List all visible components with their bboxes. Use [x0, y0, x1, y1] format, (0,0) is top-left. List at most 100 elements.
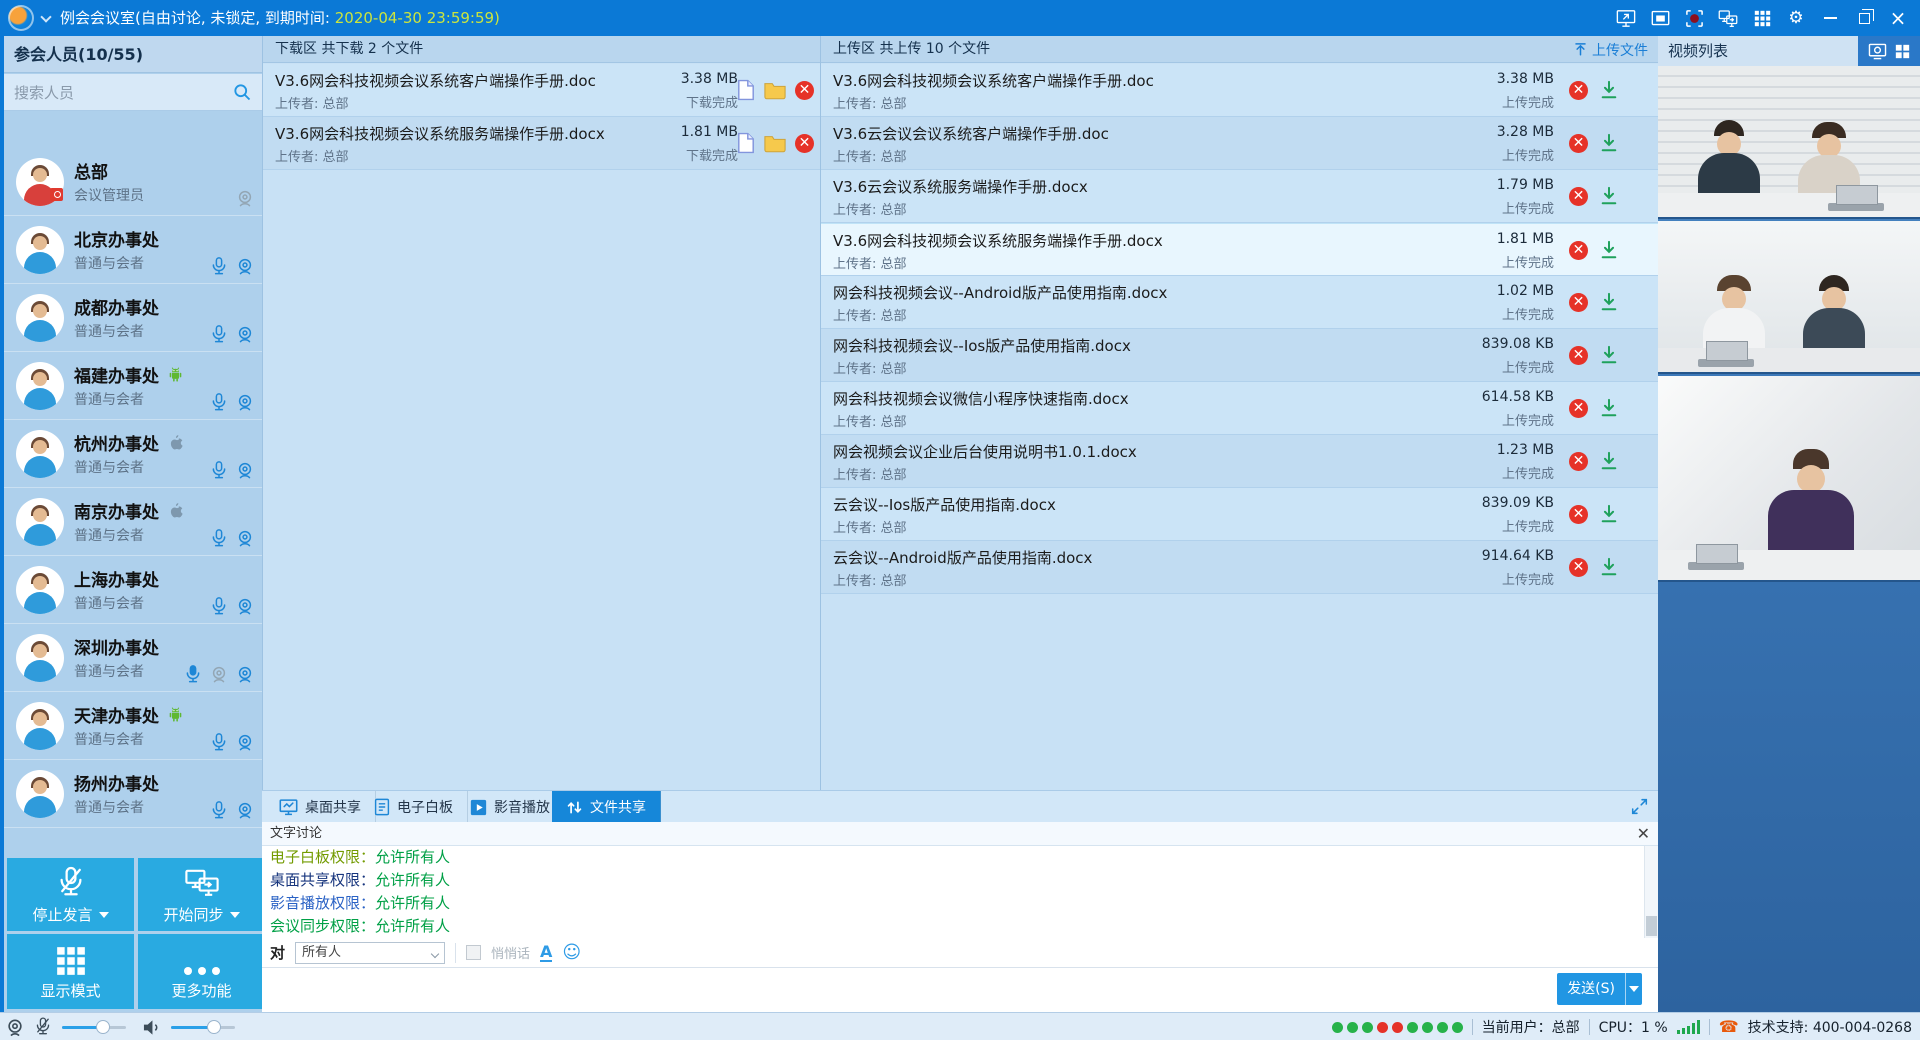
participant-row[interactable]: 成都办事处 普通与会者: [4, 284, 262, 352]
video-thumbnail-3[interactable]: [1658, 376, 1920, 582]
display-grid-icon[interactable]: [1752, 8, 1772, 28]
mic-muted-icon[interactable]: [34, 1017, 52, 1037]
theater-mode-icon[interactable]: [1650, 8, 1670, 28]
tab-media-play[interactable]: 影音播放: [456, 791, 565, 823]
mic-icon[interactable]: [210, 460, 228, 481]
open-file-icon[interactable]: [737, 132, 755, 154]
dropdown-caret-icon[interactable]: [230, 912, 240, 918]
mic-icon[interactable]: [210, 392, 228, 413]
delete-icon[interactable]: ✕: [1569, 134, 1588, 153]
participant-row[interactable]: 天津办事处 普通与会者: [4, 692, 262, 760]
camera-icon[interactable]: [236, 460, 254, 481]
emoji-button[interactable]: ☺: [562, 944, 581, 962]
camera-icon[interactable]: [236, 256, 254, 277]
mic-active-icon[interactable]: [184, 664, 202, 685]
delete-icon[interactable]: ✕: [1569, 187, 1588, 206]
close-icon[interactable]: ×: [1888, 8, 1908, 28]
download-file-row[interactable]: V3.6网会科技视频会议系统客户端操作手册.doc 上传者: 总部 3.38 M…: [263, 64, 820, 117]
upload-file-row[interactable]: 云会议--Ios版产品使用指南.docx上传者: 总部839.09 KB上传完成…: [821, 488, 1658, 541]
webcam-off-icon[interactable]: [236, 188, 254, 209]
sync-screens-icon[interactable]: [1718, 8, 1738, 28]
webcam-off-icon[interactable]: [210, 664, 228, 685]
send-button[interactable]: 发送(S): [1557, 973, 1642, 1005]
upload-file-row[interactable]: V3.6云会议系统服务端操作手册.docx上传者: 总部1.79 MB上传完成✕: [821, 170, 1658, 223]
display-mode-button[interactable]: 显示模式: [7, 934, 134, 1009]
upload-file-row[interactable]: V3.6云会议会议系统客户端操作手册.doc上传者: 总部3.28 MB上传完成…: [821, 117, 1658, 170]
font-style-button[interactable]: A: [540, 944, 552, 962]
delete-icon[interactable]: ✕: [1569, 558, 1588, 577]
delete-icon[interactable]: ✕: [1569, 399, 1588, 418]
mic-icon[interactable]: [210, 528, 228, 549]
message-input[interactable]: [262, 968, 1542, 1012]
download-icon[interactable]: [1600, 240, 1618, 260]
download-icon[interactable]: [1600, 398, 1618, 418]
video-thumbnail-1[interactable]: [1658, 66, 1920, 219]
scrollbar-thumb[interactable]: [1646, 916, 1657, 936]
mic-icon[interactable]: [210, 732, 228, 753]
send-dropdown-caret[interactable]: [1625, 973, 1642, 1005]
delete-icon[interactable]: ✕: [1569, 346, 1588, 365]
video-mode-icon[interactable]: [1868, 43, 1887, 60]
delete-icon[interactable]: ✕: [1569, 505, 1588, 524]
download-icon[interactable]: [1600, 80, 1618, 100]
minimize-icon[interactable]: [1820, 8, 1840, 28]
download-icon[interactable]: [1600, 557, 1618, 577]
mic-icon[interactable]: [210, 256, 228, 277]
fullscreen-icon[interactable]: [1631, 798, 1648, 815]
camera-icon[interactable]: [236, 392, 254, 413]
stop-speaking-button[interactable]: 停止发言: [7, 858, 134, 931]
screen-share-icon[interactable]: [1616, 8, 1636, 28]
download-icon[interactable]: [1600, 292, 1618, 312]
upload-file-row[interactable]: 网会视频会议企业后台使用说明书1.0.1.docx上传者: 总部1.23 MB上…: [821, 435, 1658, 488]
participant-row[interactable]: 扬州办事处 普通与会者: [4, 760, 262, 828]
webcam-status-icon[interactable]: [6, 1018, 24, 1037]
delete-icon[interactable]: ✕: [1569, 293, 1588, 312]
start-sync-button[interactable]: 开始同步: [138, 858, 265, 931]
delete-icon[interactable]: ✕: [795, 81, 814, 100]
mic-icon[interactable]: [210, 800, 228, 821]
recipient-select[interactable]: 所有人: [295, 942, 445, 964]
participant-row[interactable]: 北京办事处 普通与会者: [4, 216, 262, 284]
restore-icon[interactable]: [1854, 8, 1874, 28]
slider-knob[interactable]: [207, 1020, 221, 1034]
download-icon[interactable]: [1600, 345, 1618, 365]
camera-icon[interactable]: [236, 800, 254, 821]
mic-volume-slider[interactable]: [62, 1026, 126, 1029]
chat-scrollbar[interactable]: [1644, 846, 1658, 938]
search-icon[interactable]: [232, 82, 252, 102]
participant-row[interactable]: 深圳办事处 普通与会者: [4, 624, 262, 692]
upload-file-row[interactable]: 网会科技视频会议--Ios版产品使用指南.docx上传者: 总部839.08 K…: [821, 329, 1658, 382]
dropdown-caret-icon[interactable]: [99, 912, 109, 918]
camera-icon[interactable]: [236, 664, 254, 685]
close-icon[interactable]: ✕: [1637, 822, 1650, 846]
chevron-down-icon[interactable]: [40, 11, 51, 22]
download-icon[interactable]: [1600, 186, 1618, 206]
upload-file-row[interactable]: V3.6网会科技视频会议系统客户端操作手册.doc上传者: 总部3.38 MB上…: [821, 64, 1658, 117]
tab-whiteboard[interactable]: 电子白板: [360, 791, 468, 823]
open-folder-icon[interactable]: [764, 81, 786, 100]
participant-row[interactable]: 南京办事处 普通与会者: [4, 488, 262, 556]
upload-file-link[interactable]: 上传文件: [1573, 36, 1648, 63]
camera-icon[interactable]: [236, 732, 254, 753]
upload-file-row[interactable]: 云会议--Android版产品使用指南.docx上传者: 总部914.64 KB…: [821, 541, 1658, 594]
tab-file-share[interactable]: 文件共享: [552, 791, 661, 823]
participant-row[interactable]: 上海办事处 普通与会者: [4, 556, 262, 624]
delete-icon[interactable]: ✕: [1569, 241, 1588, 260]
open-file-icon[interactable]: [737, 79, 755, 101]
delete-icon[interactable]: ✕: [1569, 452, 1588, 471]
search-input[interactable]: [12, 79, 222, 106]
upload-file-row[interactable]: 网会科技视频会议--Android版产品使用指南.docx上传者: 总部1.02…: [821, 276, 1658, 329]
slider-knob[interactable]: [96, 1020, 110, 1034]
whisper-checkbox[interactable]: [466, 945, 481, 960]
more-functions-button[interactable]: 更多功能: [138, 934, 265, 1009]
upload-file-row[interactable]: V3.6网会科技视频会议系统服务端操作手册.docx上传者: 总部1.81 MB…: [821, 223, 1658, 276]
participant-row[interactable]: 总部 会议管理员: [4, 148, 262, 216]
speaker-volume-slider[interactable]: [171, 1026, 235, 1029]
participant-row[interactable]: 福建办事处 普通与会者: [4, 352, 262, 420]
upload-file-row[interactable]: 网会科技视频会议微信小程序快速指南.docx上传者: 总部614.58 KB上传…: [821, 382, 1658, 435]
open-folder-icon[interactable]: [764, 134, 786, 153]
download-icon[interactable]: [1600, 504, 1618, 524]
mic-icon[interactable]: [210, 324, 228, 345]
layout-grid-icon[interactable]: [1895, 44, 1910, 59]
camera-icon[interactable]: [236, 324, 254, 345]
